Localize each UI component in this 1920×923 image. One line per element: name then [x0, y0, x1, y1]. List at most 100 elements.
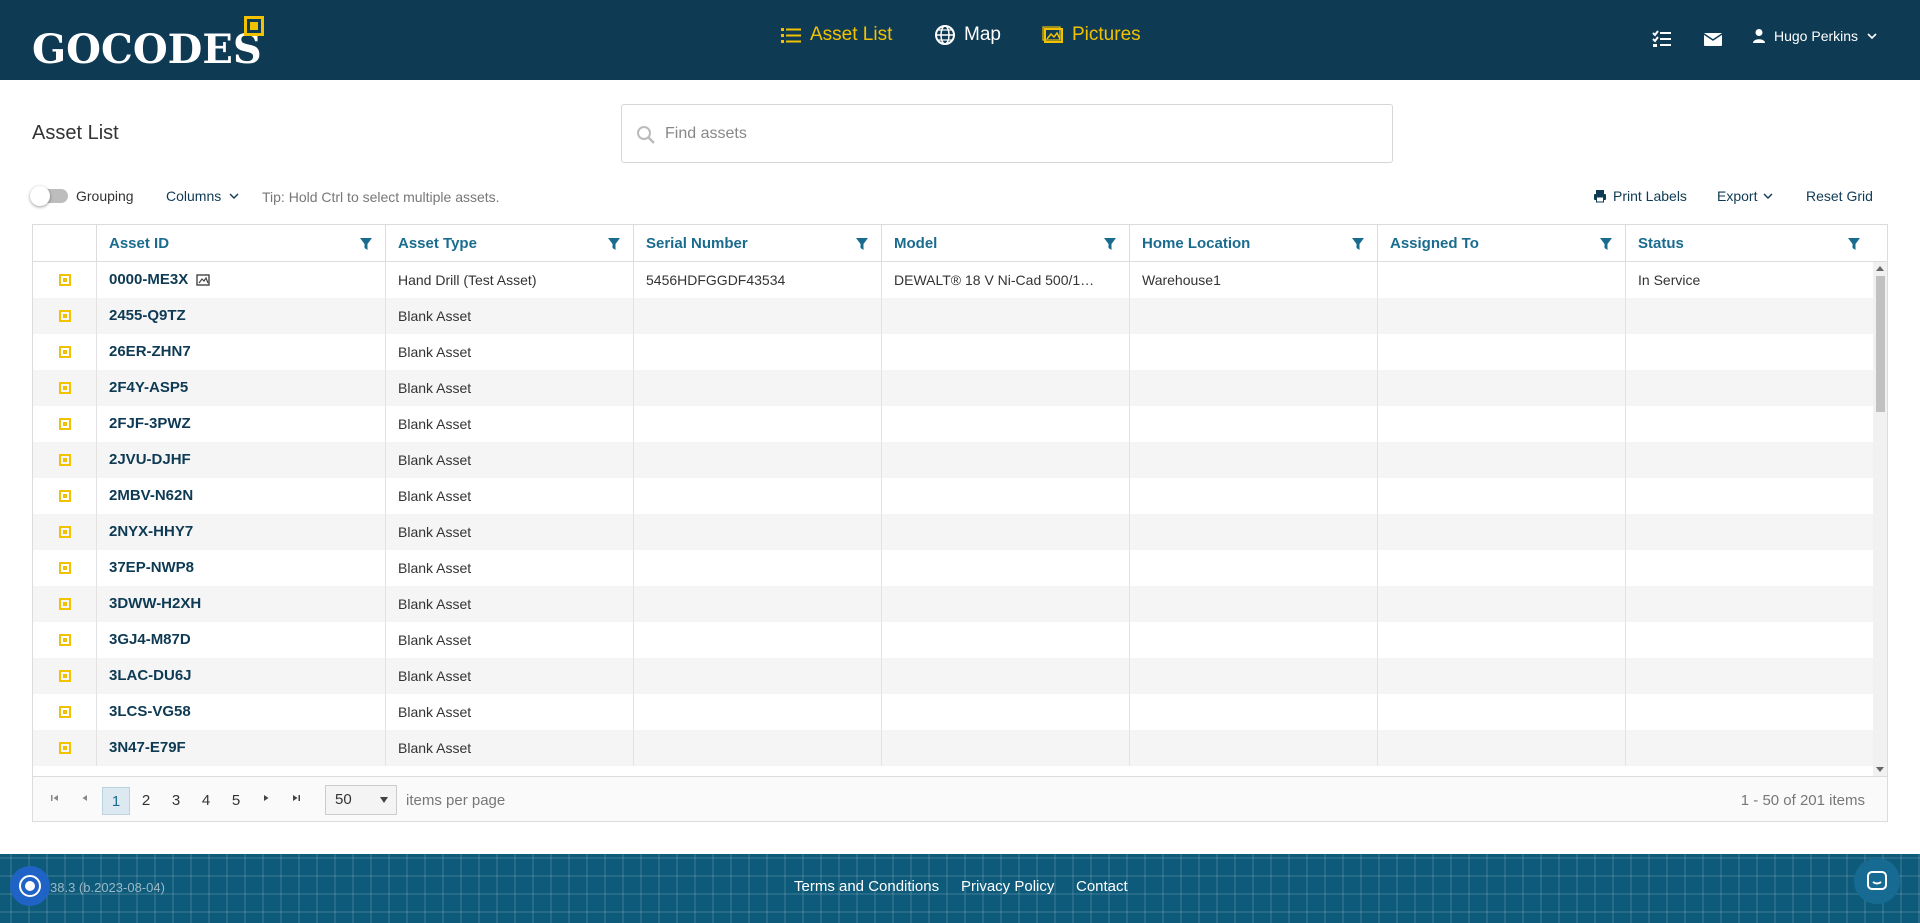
table-row[interactable]: 3LAC-DU6J Blank Asset [33, 658, 1873, 694]
scrollbar-thumb[interactable] [1876, 276, 1885, 412]
column-header-model[interactable]: Model [881, 225, 1129, 262]
filter-icon[interactable] [1599, 237, 1613, 251]
filter-icon[interactable] [1351, 237, 1365, 251]
next-page-button[interactable] [254, 788, 278, 812]
row-select-icon[interactable] [59, 490, 71, 502]
chevron-down-icon [1763, 193, 1773, 199]
filter-icon[interactable] [855, 237, 869, 251]
columns-button[interactable]: Columns [166, 188, 239, 204]
first-page-button[interactable] [43, 788, 67, 812]
row-select-icon[interactable] [59, 382, 71, 394]
column-header-home-location[interactable]: Home Location [1129, 225, 1377, 262]
asset-id-cell-text: 2455-Q9TZ [109, 307, 186, 324]
column-header-label: Asset ID [109, 235, 170, 252]
page-number-5[interactable]: 5 [222, 787, 250, 815]
serial-number-cell [633, 406, 881, 442]
filter-icon[interactable] [1103, 237, 1117, 251]
print-labels-button[interactable]: Print Labels [1593, 188, 1687, 204]
reset-grid-button[interactable]: Reset Grid [1806, 188, 1873, 204]
page-number-2[interactable]: 2 [132, 787, 160, 815]
asset-id-cell[interactable]: 0000-ME3X [96, 262, 385, 298]
filter-icon[interactable] [359, 237, 373, 251]
asset-id-cell[interactable]: 3GJ4-M87D [96, 622, 385, 658]
nav-map[interactable]: Map [934, 24, 1001, 46]
row-select-icon[interactable] [59, 742, 71, 754]
contact-link[interactable]: Contact [1076, 878, 1128, 895]
column-header-asset-id[interactable]: Asset ID [96, 225, 385, 262]
asset-id-cell[interactable]: 2JVU-DJHF [96, 442, 385, 478]
column-header-label: Asset Type [398, 235, 477, 252]
table-row[interactable]: 2F4Y-ASP5 Blank Asset [33, 370, 1873, 406]
accessibility-icon[interactable] [10, 866, 50, 906]
table-row[interactable]: 3LCS-VG58 Blank Asset [33, 694, 1873, 730]
asset-id-cell[interactable]: 2NYX-HHY7 [96, 514, 385, 550]
asset-id-cell[interactable]: 2FJF-3PWZ [96, 406, 385, 442]
table-row[interactable]: 2455-Q9TZ Blank Asset [33, 298, 1873, 334]
row-select-icon[interactable] [59, 526, 71, 538]
table-row[interactable]: 3GJ4-M87D Blank Asset [33, 622, 1873, 658]
asset-id-cell[interactable]: 3LAC-DU6J [96, 658, 385, 694]
grouping-toggle[interactable] [30, 186, 68, 206]
row-select-icon[interactable] [59, 634, 71, 646]
asset-id-cell[interactable]: 3N47-E79F [96, 730, 385, 766]
page-number-4[interactable]: 4 [192, 787, 220, 815]
page-number-1[interactable]: 1 [102, 787, 130, 815]
row-select-icon[interactable] [59, 274, 71, 286]
logo-square-icon [244, 16, 264, 36]
assigned-to-cell [1377, 334, 1625, 370]
table-row[interactable]: 0000-ME3X Hand Drill (Test Asset) 5456HDFG… [33, 262, 1873, 298]
export-button[interactable]: Export [1717, 188, 1773, 204]
filter-icon[interactable] [607, 237, 621, 251]
asset-type-cell: Blank Asset [385, 442, 633, 478]
nav-asset-list[interactable]: Asset List [780, 24, 892, 46]
table-row[interactable]: 2FJF-3PWZ Blank Asset [33, 406, 1873, 442]
row-select-icon[interactable] [59, 310, 71, 322]
scroll-down-arrow[interactable] [1876, 767, 1884, 772]
table-row[interactable]: 2NYX-HHY7 Blank Asset [33, 514, 1873, 550]
table-row[interactable]: 2MBV-N62N Blank Asset [33, 478, 1873, 514]
table-row[interactable]: 37EP-NWP8 Blank Asset [33, 550, 1873, 586]
last-page-button[interactable] [284, 788, 308, 812]
page-size-select[interactable]: 50 [325, 785, 397, 815]
asset-id-cell[interactable]: 2MBV-N62N [96, 478, 385, 514]
terms-link[interactable]: Terms and Conditions [794, 878, 939, 895]
column-header-status[interactable]: Status [1625, 225, 1873, 262]
vertical-scrollbar[interactable] [1873, 262, 1887, 776]
table-row[interactable]: 2JVU-DJHF Blank Asset [33, 442, 1873, 478]
model-cell [881, 622, 1129, 658]
asset-id-cell[interactable]: 3LCS-VG58 [96, 694, 385, 730]
row-select-icon[interactable] [59, 418, 71, 430]
column-header-assigned-to[interactable]: Assigned To [1377, 225, 1625, 262]
row-select-icon[interactable] [59, 346, 71, 358]
asset-id-cell[interactable]: 26ER-ZHN7 [96, 334, 385, 370]
row-select-icon[interactable] [59, 598, 71, 610]
envelope-icon[interactable] [1702, 28, 1724, 50]
footer: 38.3 (b.2023-08-04) Terms and Conditions… [0, 854, 1920, 923]
asset-id-cell[interactable]: 2455-Q9TZ [96, 298, 385, 334]
asset-id-cell[interactable]: 2F4Y-ASP5 [96, 370, 385, 406]
filter-icon[interactable] [1847, 237, 1861, 251]
privacy-link[interactable]: Privacy Policy [961, 878, 1054, 895]
asset-id-cell[interactable]: 3DWW-H2XH [96, 586, 385, 622]
previous-page-button[interactable] [73, 788, 97, 812]
table-row[interactable]: 3DWW-H2XH Blank Asset [33, 586, 1873, 622]
asset-type-cell-text: Blank Asset [398, 380, 472, 396]
table-row[interactable]: 3N47-E79F Blank Asset [33, 730, 1873, 766]
column-header-asset-type[interactable]: Asset Type [385, 225, 633, 262]
chat-launcher-button[interactable] [1854, 858, 1900, 904]
gocodes-logo[interactable]: GOCODES [32, 14, 264, 70]
asset-id-cell-text: 3DWW-H2XH [109, 595, 202, 612]
row-select-icon[interactable] [59, 454, 71, 466]
search-input[interactable] [665, 105, 1375, 162]
row-select-icon[interactable] [59, 670, 71, 682]
asset-id-cell[interactable]: 37EP-NWP8 [96, 550, 385, 586]
column-header-serial-number[interactable]: Serial Number [633, 225, 881, 262]
tasks-icon[interactable] [1651, 28, 1673, 50]
nav-pictures[interactable]: Pictures [1042, 24, 1141, 46]
row-select-icon[interactable] [59, 562, 71, 574]
table-row[interactable]: 26ER-ZHN7 Blank Asset [33, 334, 1873, 370]
scroll-up-arrow[interactable] [1876, 266, 1884, 271]
row-select-icon[interactable] [59, 706, 71, 718]
user-menu[interactable]: Hugo Perkins [1752, 28, 1878, 44]
page-number-3[interactable]: 3 [162, 787, 190, 815]
